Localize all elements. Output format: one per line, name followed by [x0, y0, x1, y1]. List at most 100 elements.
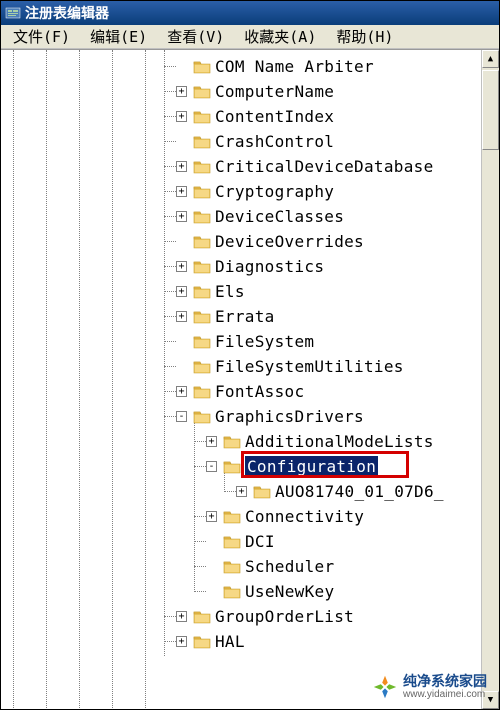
- expander-spacer: [206, 586, 217, 597]
- tree-item-label: Els: [215, 282, 245, 301]
- registry-editor-window: 注册表编辑器 文件(F) 编辑(E) 查看(V) 收藏夹(A) 帮助(H) CO…: [0, 0, 500, 710]
- tree-item-label: UseNewKey: [245, 582, 334, 601]
- expander-closed-icon[interactable]: +: [176, 161, 187, 172]
- tree-item[interactable]: - Configuration: [1, 454, 481, 479]
- registry-tree[interactable]: COM Name Arbiter+ ComputerName+ ContentI…: [1, 50, 481, 709]
- tree-item-label: DeviceOverrides: [215, 232, 364, 251]
- tree-item[interactable]: UseNewKey: [1, 579, 481, 604]
- vertical-scrollbar[interactable]: ▲ ▼: [481, 50, 499, 709]
- tree-item[interactable]: DeviceOverrides: [1, 229, 481, 254]
- tree-item[interactable]: + AdditionalModeLists: [1, 429, 481, 454]
- folder-icon: [223, 509, 241, 524]
- tree-item-label: COM Name Arbiter: [215, 57, 374, 76]
- expander-spacer: [176, 336, 187, 347]
- folder-icon: [193, 184, 211, 199]
- tree-item-label: Diagnostics: [215, 257, 324, 276]
- tree-item-label: AdditionalModeLists: [245, 432, 434, 451]
- tree-item[interactable]: DCI: [1, 529, 481, 554]
- folder-icon: [193, 409, 211, 424]
- expander-spacer: [206, 561, 217, 572]
- expander-spacer: [206, 536, 217, 547]
- tree-item-label: GroupOrderList: [215, 607, 354, 626]
- tree-item[interactable]: CrashControl: [1, 129, 481, 154]
- tree-item[interactable]: + ContentIndex: [1, 104, 481, 129]
- menu-edit[interactable]: 编辑(E): [80, 24, 157, 49]
- tree-item[interactable]: Scheduler: [1, 554, 481, 579]
- expander-closed-icon[interactable]: +: [176, 636, 187, 647]
- expander-spacer: [176, 236, 187, 247]
- content-area: COM Name Arbiter+ ComputerName+ ContentI…: [1, 49, 499, 709]
- title-bar[interactable]: 注册表编辑器: [1, 1, 499, 25]
- menu-favorites[interactable]: 收藏夹(A): [234, 24, 326, 49]
- tree-item-label: AUO81740_01_07D6_: [275, 482, 444, 501]
- tree-item-label: ComputerName: [215, 82, 334, 101]
- expander-closed-icon[interactable]: +: [176, 611, 187, 622]
- scroll-track[interactable]: [482, 68, 499, 691]
- folder-icon: [193, 334, 211, 349]
- tree-item-label: ContentIndex: [215, 107, 334, 126]
- tree-item-label: Configuration: [245, 456, 378, 477]
- menu-help[interactable]: 帮助(H): [326, 24, 403, 49]
- tree-item[interactable]: + Connectivity: [1, 504, 481, 529]
- tree-item-label: Cryptography: [215, 182, 334, 201]
- expander-closed-icon[interactable]: +: [176, 386, 187, 397]
- menu-bar: 文件(F) 编辑(E) 查看(V) 收藏夹(A) 帮助(H): [1, 25, 499, 49]
- tree-item-label: FileSystem: [215, 332, 314, 351]
- tree-item-label: GraphicsDrivers: [215, 407, 364, 426]
- expander-closed-icon[interactable]: +: [176, 211, 187, 222]
- folder-icon: [223, 459, 241, 474]
- tree-item[interactable]: + Errata: [1, 304, 481, 329]
- tree-item-label: Errata: [215, 307, 275, 326]
- watermark-text: 纯净系统家园 www.yidaimei.com: [403, 674, 487, 700]
- folder-icon: [193, 384, 211, 399]
- folder-icon: [193, 309, 211, 324]
- folder-icon: [193, 609, 211, 624]
- folder-icon: [193, 134, 211, 149]
- watermark-logo-icon: [371, 673, 399, 701]
- menu-view[interactable]: 查看(V): [157, 24, 234, 49]
- tree-item[interactable]: FileSystemUtilities: [1, 354, 481, 379]
- folder-icon: [193, 259, 211, 274]
- tree-item-label: DeviceClasses: [215, 207, 344, 226]
- folder-icon: [223, 559, 241, 574]
- expander-closed-icon[interactable]: +: [176, 111, 187, 122]
- folder-icon: [193, 209, 211, 224]
- tree-item[interactable]: + GroupOrderList: [1, 604, 481, 629]
- watermark-url: www.yidaimei.com: [403, 689, 487, 700]
- expander-open-icon[interactable]: -: [176, 411, 187, 422]
- tree-item[interactable]: + HAL: [1, 629, 481, 654]
- expander-closed-icon[interactable]: +: [176, 86, 187, 97]
- tree-item[interactable]: + Els: [1, 279, 481, 304]
- expander-closed-icon[interactable]: +: [176, 311, 187, 322]
- title-text: 注册表编辑器: [25, 3, 109, 23]
- expander-closed-icon[interactable]: +: [206, 511, 217, 522]
- scroll-thumb[interactable]: [482, 70, 499, 150]
- tree-item[interactable]: + ComputerName: [1, 79, 481, 104]
- expander-closed-icon[interactable]: +: [176, 286, 187, 297]
- tree-item[interactable]: COM Name Arbiter: [1, 54, 481, 79]
- expander-closed-icon[interactable]: +: [206, 436, 217, 447]
- expander-closed-icon[interactable]: +: [236, 486, 247, 497]
- menu-file[interactable]: 文件(F): [3, 24, 80, 49]
- watermark-main: 纯净系统家园: [403, 674, 487, 689]
- tree-item-label: DCI: [245, 532, 275, 551]
- tree-item[interactable]: + FontAssoc: [1, 379, 481, 404]
- folder-icon: [223, 434, 241, 449]
- expander-closed-icon[interactable]: +: [176, 186, 187, 197]
- tree-item-label: HAL: [215, 632, 245, 651]
- tree-item[interactable]: - GraphicsDrivers: [1, 404, 481, 429]
- folder-icon: [193, 59, 211, 74]
- expander-spacer: [176, 361, 187, 372]
- expander-spacer: [176, 136, 187, 147]
- tree-item[interactable]: + Diagnostics: [1, 254, 481, 279]
- tree-item[interactable]: + DeviceClasses: [1, 204, 481, 229]
- tree-item[interactable]: + Cryptography: [1, 179, 481, 204]
- expander-open-icon[interactable]: -: [206, 461, 217, 472]
- expander-closed-icon[interactable]: +: [176, 261, 187, 272]
- tree-item[interactable]: + AUO81740_01_07D6_: [1, 479, 481, 504]
- folder-icon: [253, 484, 271, 499]
- tree-item[interactable]: FileSystem: [1, 329, 481, 354]
- tree-item[interactable]: + CriticalDeviceDatabase: [1, 154, 481, 179]
- tree-item-label: CriticalDeviceDatabase: [215, 157, 434, 176]
- scroll-up-button[interactable]: ▲: [482, 50, 499, 68]
